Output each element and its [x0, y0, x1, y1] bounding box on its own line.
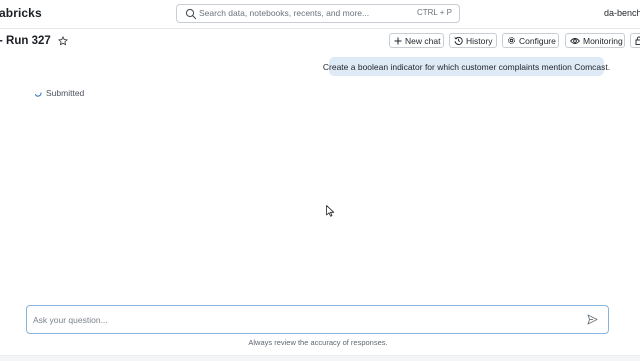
status-label: Submitted — [46, 87, 85, 98]
new-chat-label: New chat — [405, 35, 441, 46]
configure-button[interactable]: Configure — [502, 33, 559, 48]
user-message-bubble: Create a boolean indicator for which cus… — [323, 57, 610, 76]
lock-icon — [635, 36, 640, 45]
plus-icon — [394, 37, 402, 44]
disclaimer-text: Always review the accuracy of responses. — [248, 338, 388, 347]
workspace-user[interactable]: da-bench — [604, 8, 640, 18]
mouse-pointer-icon — [326, 205, 335, 217]
history-button[interactable]: History — [449, 33, 497, 48]
history-icon — [454, 36, 463, 45]
loading-spinner-icon — [34, 92, 42, 97]
gear-icon — [508, 37, 515, 44]
new-chat-button[interactable]: New chat — [389, 33, 444, 48]
brand-logo-text[interactable]: abricks — [0, 6, 42, 20]
search-icon — [185, 8, 197, 20]
global-search[interactable]: Search data, notebooks, recents, and mor… — [176, 4, 460, 23]
monitoring-label: Monitoring — [583, 35, 623, 46]
share-button[interactable] — [630, 33, 640, 48]
search-placeholder: Search data, notebooks, recents, and mor… — [199, 8, 370, 18]
eye-icon — [570, 37, 580, 44]
question-input[interactable] — [33, 312, 573, 327]
submission-status: Submitted — [34, 87, 84, 98]
page-title: - Run 327 — [0, 35, 51, 47]
monitoring-button[interactable]: Monitoring — [565, 33, 625, 48]
search-shortcut: CTRL + P — [416, 8, 452, 17]
window-bottom-edge — [0, 355, 640, 361]
question-composer[interactable] — [26, 305, 609, 334]
configure-label: Configure — [519, 35, 556, 46]
top-bar: abricks Search data, notebooks, recents,… — [0, 0, 640, 29]
send-icon[interactable] — [587, 314, 598, 325]
star-icon[interactable] — [58, 36, 68, 46]
history-label: History — [466, 35, 493, 46]
user-message-text: Create a boolean indicator for which cus… — [322, 61, 611, 72]
